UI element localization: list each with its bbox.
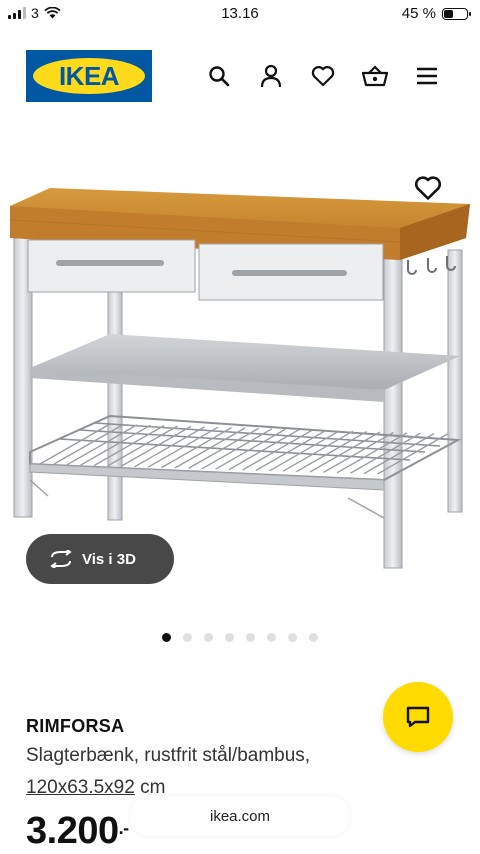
carousel-dot[interactable] [183, 633, 192, 642]
ikea-logo[interactable]: IKEA [26, 50, 152, 102]
carousel-dot[interactable] [225, 633, 234, 642]
status-right: 45 % [401, 5, 471, 22]
search-icon[interactable] [206, 63, 232, 89]
account-icon[interactable] [258, 63, 284, 89]
rotate-3d-icon [50, 550, 72, 568]
logo-text: IKEA [58, 60, 120, 91]
price-suffix: .- [118, 818, 130, 838]
header-actions [206, 63, 440, 89]
dimensions-link[interactable]: 120x63.5x92 [26, 777, 135, 798]
chat-button[interactable] [383, 682, 453, 752]
url-text: ikea.com [209, 807, 271, 825]
battery-percent: 45 % [401, 5, 436, 22]
carousel-dot[interactable] [204, 633, 213, 642]
carousel-dot[interactable] [246, 633, 255, 642]
chat-icon [406, 706, 430, 728]
carousel-dot[interactable] [162, 633, 171, 642]
price-main: 3.200 [26, 810, 119, 852]
carousel-dot[interactable] [288, 633, 297, 642]
basket-icon[interactable] [362, 63, 388, 89]
browser-url-bar[interactable]: ikea.com [130, 796, 350, 836]
status-bar: 3 13.16 45 % [0, 0, 480, 28]
battery-icon [442, 7, 471, 20]
view-in-3d-label: Vis i 3D [82, 550, 136, 568]
product-name: RIMFORSA [26, 716, 125, 736]
product-price: 3.200.- [26, 810, 129, 853]
carousel-dot[interactable] [309, 633, 318, 642]
carousel-pagination[interactable] [162, 633, 318, 642]
menu-icon[interactable] [414, 63, 440, 89]
carousel-dot[interactable] [267, 633, 276, 642]
product-description: Slagterbænk, rustfrit stål/bambus, [26, 745, 311, 766]
site-header: IKEA [0, 50, 480, 104]
view-in-3d-button[interactable]: Vis i 3D [26, 534, 174, 584]
favourite-heart-icon[interactable] [414, 175, 442, 203]
favourites-icon[interactable] [310, 63, 336, 89]
dimension-unit: cm [134, 777, 166, 798]
